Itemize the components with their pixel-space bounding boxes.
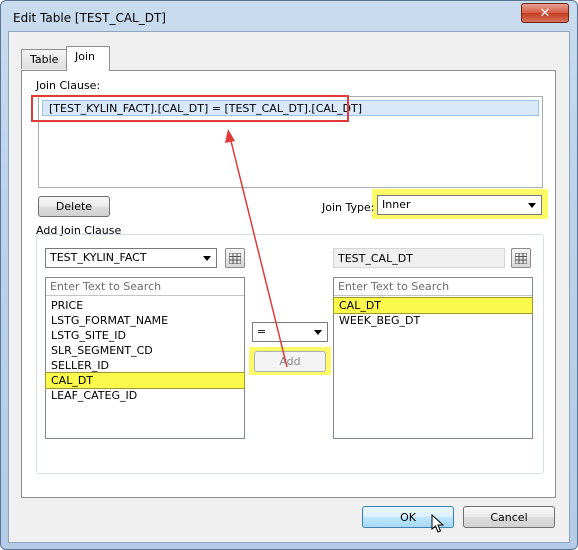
- mouse-cursor-icon: [431, 514, 445, 533]
- window-title: Edit Table [TEST_CAL_DT]: [13, 11, 166, 25]
- tab-table[interactable]: Table: [21, 49, 67, 69]
- tab-join[interactable]: Join: [66, 46, 110, 71]
- dialog-body: Table Join Join Clause: [TEST_KYLIN_FACT…: [8, 31, 570, 543]
- cancel-button[interactable]: Cancel: [463, 506, 555, 528]
- annotation-arrow: [225, 129, 288, 368]
- join-tab-panel: Join Clause: [TEST_KYLIN_FACT].[CAL_DT] …: [21, 70, 556, 498]
- edit-table-dialog: Edit Table [TEST_CAL_DT] ✕ Table Join Jo…: [0, 0, 578, 550]
- close-button[interactable]: ✕: [521, 3, 569, 23]
- title-bar: Edit Table [TEST_CAL_DT] ✕: [1, 1, 577, 31]
- close-icon: ✕: [539, 5, 551, 21]
- dialog-footer: OK Cancel: [9, 498, 569, 544]
